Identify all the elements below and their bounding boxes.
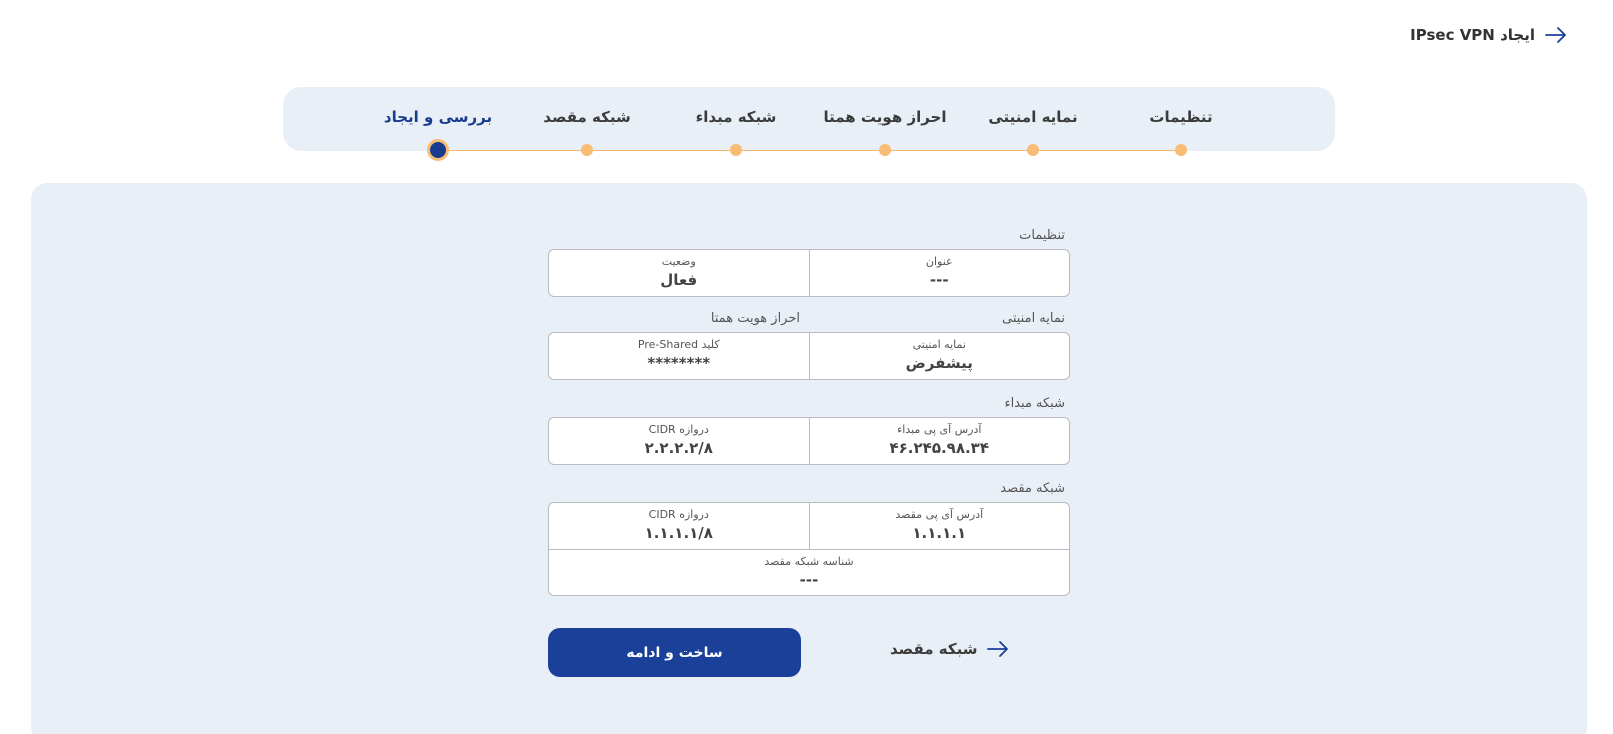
step-dot-settings [1175, 144, 1187, 156]
page-title: ایجاد IPsec VPN [1410, 26, 1535, 44]
section-title-security-profile: نمایه امنیتی [1002, 311, 1065, 326]
source-ip-value: ۴۶.۲۴۵.۹۸.۳۴ [889, 439, 990, 457]
destination-ip-cell: آدرس آی پی مقصد ۱.۱.۱.۱ [810, 503, 1070, 549]
destination-cidr-label: دروازه CIDR [648, 508, 709, 521]
step-destination-network[interactable]: شبکه مقصد [543, 108, 630, 126]
step-security-profile[interactable]: نمایه امنیتی [988, 108, 1077, 126]
title-value: --- [929, 271, 949, 289]
step-dot-peer-auth [879, 144, 891, 156]
destination-network-id-value: --- [799, 570, 819, 589]
destination-network-summary-box: دروازه CIDR ۱.۱.۱.۱/۸ آدرس آی پی مقصد ۱.… [548, 502, 1070, 596]
previous-step-label: شبکه مقصد [890, 640, 978, 658]
source-ip-cell: آدرس آی پی مبداء ۴۶.۲۴۵.۹۸.۳۴ [810, 418, 1070, 464]
security-profile-value: پیشفرض [905, 354, 973, 372]
source-ip-label: آدرس آی پی مبداء [897, 423, 982, 436]
settings-row: وضعیت فعال عنوان --- [549, 250, 1069, 296]
step-source-network[interactable]: شبکه مبداء [696, 108, 777, 126]
destination-network-id-cell: شناسه شبکه مقصد --- [549, 550, 1069, 595]
create-and-continue-button[interactable]: ساخت و ادامه [548, 628, 801, 677]
destination-network-id-label: شناسه شبکه مقصد [764, 554, 854, 568]
section-title-source-network: شبکه مبداء [1004, 396, 1065, 411]
status-cell: وضعیت فعال [549, 250, 810, 296]
step-peer-auth[interactable]: احراز هویت همتا [823, 108, 946, 126]
section-title-settings: تنظیمات [1019, 228, 1065, 243]
step-dot-destination-network [581, 144, 593, 156]
arrow-right-icon[interactable] [1545, 27, 1567, 43]
destination-ip-label: آدرس آی پی مقصد [895, 508, 984, 521]
step-dot-review-create [427, 139, 449, 161]
title-cell: عنوان --- [810, 250, 1070, 296]
destination-cidr-cell: دروازه CIDR ۱.۱.۱.۱/۸ [549, 503, 810, 549]
psk-value: ******** [647, 354, 711, 372]
step-review-create[interactable]: بررسی و ایجاد [384, 108, 492, 126]
destination-cidr-value: ۱.۱.۱.۱/۸ [644, 524, 713, 542]
source-cidr-cell: دروازه CIDR ۲.۲.۲.۲/۸ [549, 418, 810, 464]
source-network-row: دروازه CIDR ۲.۲.۲.۲/۸ آدرس آی پی مبداء ۴… [549, 418, 1069, 464]
previous-step-button[interactable]: شبکه مقصد [890, 640, 1009, 658]
title-label: عنوان [925, 255, 953, 268]
step-settings[interactable]: تنظیمات [1149, 108, 1212, 126]
security-profile-cell: نمایه امنیتی پیشفرض [810, 333, 1070, 379]
step-dot-source-network [730, 144, 742, 156]
arrow-right-icon [987, 641, 1009, 657]
section-title-destination-network: شبکه مقصد [1000, 481, 1065, 496]
step-dot-security-profile [1027, 144, 1039, 156]
destination-network-row: دروازه CIDR ۱.۱.۱.۱/۸ آدرس آی پی مقصد ۱.… [549, 503, 1069, 549]
security-row: کلید Pre-Shared ******** نمایه امنیتی پی… [549, 333, 1069, 379]
security-profile-label: نمایه امنیتی [912, 338, 966, 351]
destination-ip-value: ۱.۱.۱.۱ [912, 524, 967, 542]
psk-label: کلید Pre-Shared [637, 338, 720, 351]
settings-summary-box: وضعیت فعال عنوان --- [548, 249, 1070, 297]
psk-cell: کلید Pre-Shared ******** [549, 333, 810, 379]
source-cidr-value: ۲.۲.۲.۲/۸ [644, 439, 713, 457]
source-cidr-label: دروازه CIDR [648, 423, 709, 436]
source-network-summary-box: دروازه CIDR ۲.۲.۲.۲/۸ آدرس آی پی مبداء ۴… [548, 417, 1070, 465]
security-summary-box: کلید Pre-Shared ******** نمایه امنیتی پی… [548, 332, 1070, 380]
status-value: فعال [660, 271, 698, 289]
status-label: وضعیت [661, 255, 696, 268]
stepper-line [438, 150, 1180, 151]
destination-network-id-row: شناسه شبکه مقصد --- [549, 549, 1069, 595]
section-title-peer-auth: احراز هویت همتا [710, 311, 800, 326]
page-header: ایجاد IPsec VPN [1410, 26, 1567, 44]
